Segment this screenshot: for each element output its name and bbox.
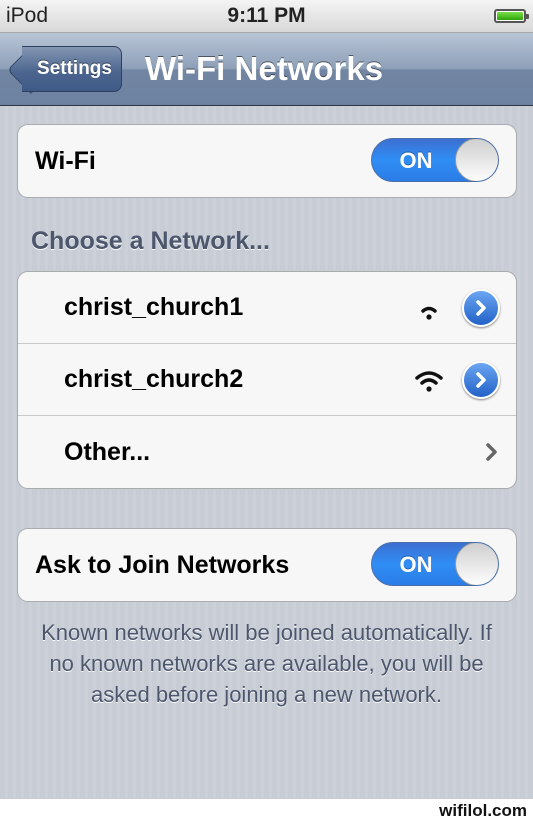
ask-join-row: Ask to Join Networks ON <box>18 529 516 601</box>
chevron-right-icon <box>476 300 486 316</box>
wifi-signal-icon <box>421 306 437 320</box>
navigation-bar: Settings Wi-Fi Networks <box>0 33 533 106</box>
clock: 9:11 PM <box>227 4 306 27</box>
chevron-right-icon <box>476 372 486 388</box>
ask-join-group: Ask to Join Networks ON <box>17 528 517 602</box>
watermark-bar: wifilol.com <box>0 799 533 824</box>
network-details-button[interactable] <box>462 361 500 399</box>
wifi-group: Wi-Fi ON <box>17 124 517 198</box>
chevron-right-icon <box>486 443 497 461</box>
toggle-knob <box>455 543 498 585</box>
wifi-row: Wi-Fi ON <box>18 125 516 197</box>
section-header: Choose a Network... <box>31 227 270 255</box>
ask-join-toggle-text: ON <box>399 552 433 577</box>
network-name: christ_church1 <box>64 293 244 321</box>
wifi-toggle[interactable]: ON <box>371 138 499 182</box>
back-button[interactable]: Settings <box>22 46 122 92</box>
network-name: christ_church2 <box>64 365 244 393</box>
other-network-row[interactable]: Other... <box>18 416 516 488</box>
wifi-label: Wi-Fi <box>35 146 96 175</box>
network-list: christ_church1 christ_church2 Other... <box>17 271 517 489</box>
footer-note: Known networks will be joined automatica… <box>41 620 492 707</box>
toggle-knob <box>455 139 498 181</box>
network-row-christ-church1[interactable]: christ_church1 <box>18 272 516 344</box>
ask-join-label: Ask to Join Networks <box>35 550 290 579</box>
status-bar: iPod 9:11 PM <box>0 0 533 33</box>
other-label: Other... <box>64 437 151 466</box>
battery-icon <box>494 9 529 23</box>
network-details-button[interactable] <box>462 289 500 327</box>
page-title: Wi-Fi Networks <box>145 50 384 87</box>
settings-content[interactable]: Wi-Fi ON Choose a Network... christ_chur… <box>0 106 533 799</box>
wifi-toggle-text: ON <box>399 148 433 173</box>
watermark: wifilol.com <box>439 801 527 820</box>
ask-join-toggle[interactable]: ON <box>371 542 499 586</box>
network-row-christ-church2[interactable]: christ_church2 <box>18 344 516 416</box>
wifi-signal-icon <box>415 371 443 392</box>
